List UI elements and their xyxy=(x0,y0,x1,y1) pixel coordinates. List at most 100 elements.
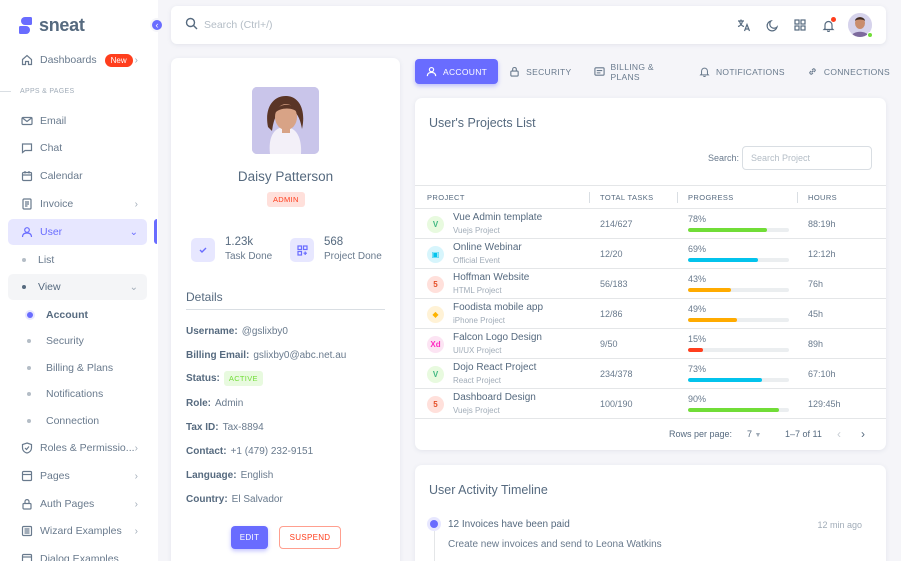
column-header[interactable]: TOTAL TASKS xyxy=(600,193,654,202)
apps-grid-icon[interactable] xyxy=(792,17,808,33)
detail-billing-email: Billing Email: gslixby0@abc.net.au xyxy=(186,350,347,361)
total-tasks: 12/86 xyxy=(600,309,623,319)
notification-dot xyxy=(831,17,836,22)
table-row[interactable]: 5 Hoffman Website HTML Project 56/183 43% 76h xyxy=(415,269,886,299)
bullet-icon xyxy=(27,312,33,318)
table-row[interactable]: V Dojo React Project React Project 234/378 7… xyxy=(415,359,886,389)
table-header: PROJECT TOTAL TASKS PROGRESS HOURS xyxy=(415,185,886,209)
sidebar-item-email[interactable]: Email xyxy=(8,108,147,134)
project-search-input[interactable] xyxy=(742,146,872,170)
collapse-sidebar-button[interactable]: ‹ xyxy=(150,18,164,32)
user-icon xyxy=(426,66,437,77)
detail-username: Username: @gslixby0 xyxy=(186,326,288,337)
table-row[interactable]: Xd Falcon Logo Design UI/UX Project 9/50 15%… xyxy=(415,329,886,359)
column-header[interactable]: HOURS xyxy=(808,193,837,202)
sidebar-item-auth-pages[interactable]: Auth Pages › xyxy=(8,491,147,517)
bullet-icon xyxy=(27,419,31,423)
billing-icon xyxy=(593,66,605,77)
detail-status: Status: ACTIVE xyxy=(186,371,263,386)
table-row[interactable]: V Vue Admin template Vuejs Project 214/627 7… xyxy=(415,209,886,239)
suspend-button[interactable]: SUSPEND xyxy=(279,526,341,549)
tab-connections[interactable]: CONNECTIONS xyxy=(796,59,901,84)
sidebar-item-label: Security xyxy=(46,335,84,347)
progress-percent: 90% xyxy=(688,394,707,404)
check-icon xyxy=(191,238,215,262)
tab-account[interactable]: ACCOUNT xyxy=(415,59,499,84)
bullet-icon xyxy=(22,258,26,262)
sidebar-item-calendar[interactable]: Calendar xyxy=(8,163,147,189)
status-badge: ACTIVE xyxy=(223,371,263,386)
user-profile-card: Daisy Patterson ADMIN 1.23k Task Done 56… xyxy=(171,58,400,561)
sidebar-item-view-security[interactable]: Security xyxy=(8,328,147,354)
link-icon xyxy=(807,66,818,77)
project-type: React Project xyxy=(453,376,502,385)
sidebar-item-view-billing[interactable]: Billing & Plans xyxy=(8,355,147,381)
project-type: HTML Project xyxy=(453,286,502,295)
user-icon xyxy=(20,226,33,239)
sidebar-item-roles[interactable]: Roles & Permissio... › xyxy=(8,435,147,461)
table-row[interactable]: ▣ Online Webinar Official Event 12/20 69% 12:… xyxy=(415,239,886,269)
progress-bar-fill xyxy=(688,348,704,352)
hours: 129:45h xyxy=(808,399,841,409)
sidebar-item-dashboards[interactable]: Dashboards New › xyxy=(8,47,147,73)
progress-bar-fill xyxy=(688,228,767,232)
stat-value: 568 xyxy=(324,236,344,248)
sidebar-item-user[interactable]: User ⌄ xyxy=(8,219,147,245)
sidebar-item-view-connection[interactable]: Connection xyxy=(8,408,147,434)
project-name: Dojo React Project xyxy=(453,362,537,373)
tab-notifications[interactable]: NOTIFICATIONS xyxy=(688,59,796,84)
pages-icon xyxy=(20,470,33,483)
bullet-icon xyxy=(22,285,26,289)
progress-percent: 73% xyxy=(688,364,707,374)
total-tasks: 56/183 xyxy=(600,279,628,289)
sidebar-item-pages[interactable]: Pages › xyxy=(8,463,147,489)
lock-icon xyxy=(509,66,520,77)
sidebar-item-invoice[interactable]: Invoice › xyxy=(8,191,147,217)
table-row[interactable]: ◆ Foodista mobile app iPhone Project 12/86 4… xyxy=(415,299,886,329)
chevron-right-icon: › xyxy=(134,198,138,210)
translate-icon[interactable] xyxy=(736,17,752,33)
edit-button[interactable]: EDIT xyxy=(231,526,268,549)
column-header[interactable]: PROGRESS xyxy=(688,193,734,202)
brand[interactable]: sneat xyxy=(19,15,85,36)
total-tasks: 100/190 xyxy=(600,399,633,409)
hours: 89h xyxy=(808,339,824,349)
moon-icon[interactable] xyxy=(764,17,780,33)
wizard-icon xyxy=(20,525,33,538)
dialog-icon xyxy=(20,553,33,561)
next-page-button[interactable]: › xyxy=(861,427,865,441)
progress-percent: 78% xyxy=(688,214,707,224)
activity-timeline-card: User Activity Timeline 12 Invoices have … xyxy=(415,465,886,561)
bullet-icon xyxy=(27,366,31,370)
progress-percent: 69% xyxy=(688,244,707,254)
sidebar-item-label: List xyxy=(38,254,55,266)
online-status-dot xyxy=(867,32,873,38)
detail-tax-id: Tax ID: Tax-8894 xyxy=(186,422,264,433)
column-header[interactable]: PROJECT xyxy=(427,193,465,202)
bell-icon[interactable] xyxy=(820,17,836,33)
project-type: Vuejs Project xyxy=(453,226,500,235)
sidebar-item-label: Notifications xyxy=(46,388,104,400)
sidebar-item-view-account[interactable]: Account xyxy=(8,302,147,328)
sidebar-item-wizard[interactable]: Wizard Examples › xyxy=(8,518,147,544)
stat-value: 1.23k xyxy=(225,236,254,248)
account-tabs: ACCOUNT SECURITY BILLING & PLANS NOTIFIC… xyxy=(415,59,901,84)
chevron-right-icon: › xyxy=(134,525,138,537)
active-indicator xyxy=(154,219,157,244)
search-input[interactable] xyxy=(204,16,504,34)
table-row[interactable]: 5 Dashboard Design Vuejs Project 100/190 90%… xyxy=(415,389,886,419)
sidebar-item-label: Chat xyxy=(40,142,63,154)
prev-page-button[interactable]: ‹ xyxy=(837,427,841,441)
tab-security[interactable]: SECURITY xyxy=(498,59,582,84)
progress-bar xyxy=(688,288,789,292)
sidebar-item-user-view[interactable]: View ⌄ xyxy=(8,274,147,300)
tab-billing-plans[interactable]: BILLING & PLANS xyxy=(583,59,688,84)
sidebar-item-user-list[interactable]: List xyxy=(8,247,147,273)
sidebar-item-view-notifications[interactable]: Notifications xyxy=(8,381,147,407)
sidebar-item-dialog[interactable]: Dialog Examples xyxy=(8,546,147,561)
progress-bar xyxy=(688,348,789,352)
rows-per-page-select[interactable]: 7 ▼ xyxy=(747,429,761,439)
sidebar-item-label: Calendar xyxy=(40,170,83,182)
sidebar-item-chat[interactable]: Chat xyxy=(8,135,147,161)
pagination-range: 1–7 of 11 xyxy=(785,429,822,439)
